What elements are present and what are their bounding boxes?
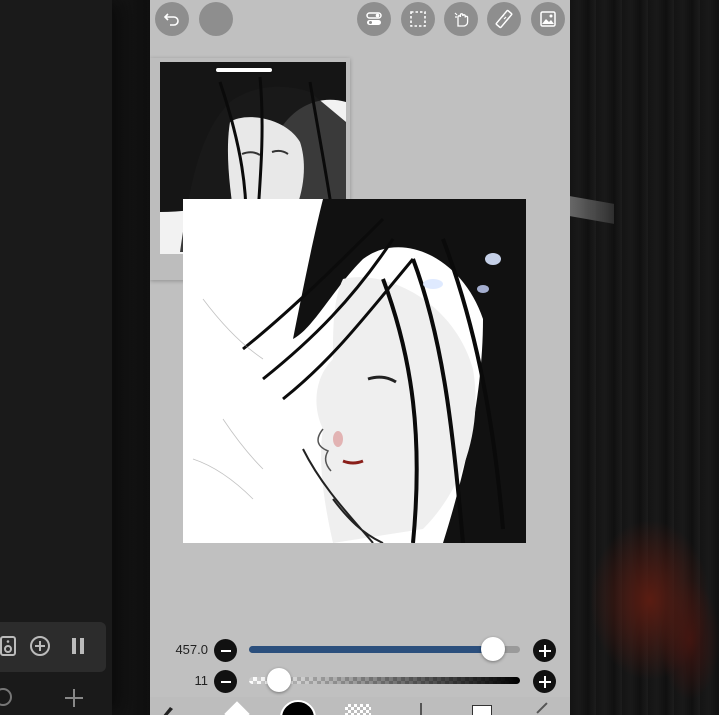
drawing-app: 457.0 11 [150,0,570,715]
opacity-value: 11 [194,673,209,688]
redo-button[interactable] [199,2,233,36]
brush-size-value: 457.0 [175,642,208,657]
undo-icon [163,13,179,26]
brush-tool-icon[interactable] [160,703,176,715]
image-tool-button[interactable] [531,2,565,36]
minus-icon [220,680,231,683]
brush-size-increase-button[interactable] [533,639,556,662]
navigator-drag-handle[interactable] [216,68,272,72]
layers-icon[interactable] [472,705,492,715]
color-picker-button[interactable] [280,700,316,715]
opacity-increase-button[interactable] [533,670,556,693]
opacity-thumb[interactable] [266,668,291,692]
opacity-decrease-button[interactable] [214,670,237,693]
brush-size-fill [249,646,493,653]
minus-icon [220,649,231,652]
speaker-icon[interactable] [0,634,20,658]
background-left-panel [0,0,112,715]
ruler-icon [495,9,513,29]
background-right [570,0,719,715]
opacity-slider-row: 11 [150,666,570,696]
brush-size-decrease-button[interactable] [214,639,237,662]
layer-preview-icon[interactable] [345,704,371,715]
plus-icon [538,675,551,688]
arrow-down-icon[interactable] [420,703,422,715]
selection-tool-button[interactable] [401,2,435,36]
ruler-tool-button[interactable] [487,2,521,36]
brush-size-track[interactable] [249,646,520,653]
undo-button[interactable] [155,2,189,36]
toggle-tool-button[interactable] [357,2,391,36]
add-circle-icon[interactable] [28,634,52,658]
selection-icon [410,11,426,27]
left-control-panel [0,622,106,672]
plus-icon[interactable] [62,686,86,710]
eraser-tool-icon[interactable] [224,701,250,715]
image-icon [540,11,556,27]
drawing-canvas[interactable] [183,199,526,543]
toggle-icon [366,12,382,25]
bottom-toolbar [150,697,570,715]
hand-icon [454,12,469,27]
back-arrow-icon[interactable] [536,702,548,714]
brush-size-slider-row: 457.0 [150,635,570,665]
artwork [183,199,526,543]
hand-tool-button[interactable] [444,2,478,36]
pause-icon[interactable] [66,634,90,658]
plus-icon [538,644,551,657]
brush-size-thumb[interactable] [480,637,505,661]
